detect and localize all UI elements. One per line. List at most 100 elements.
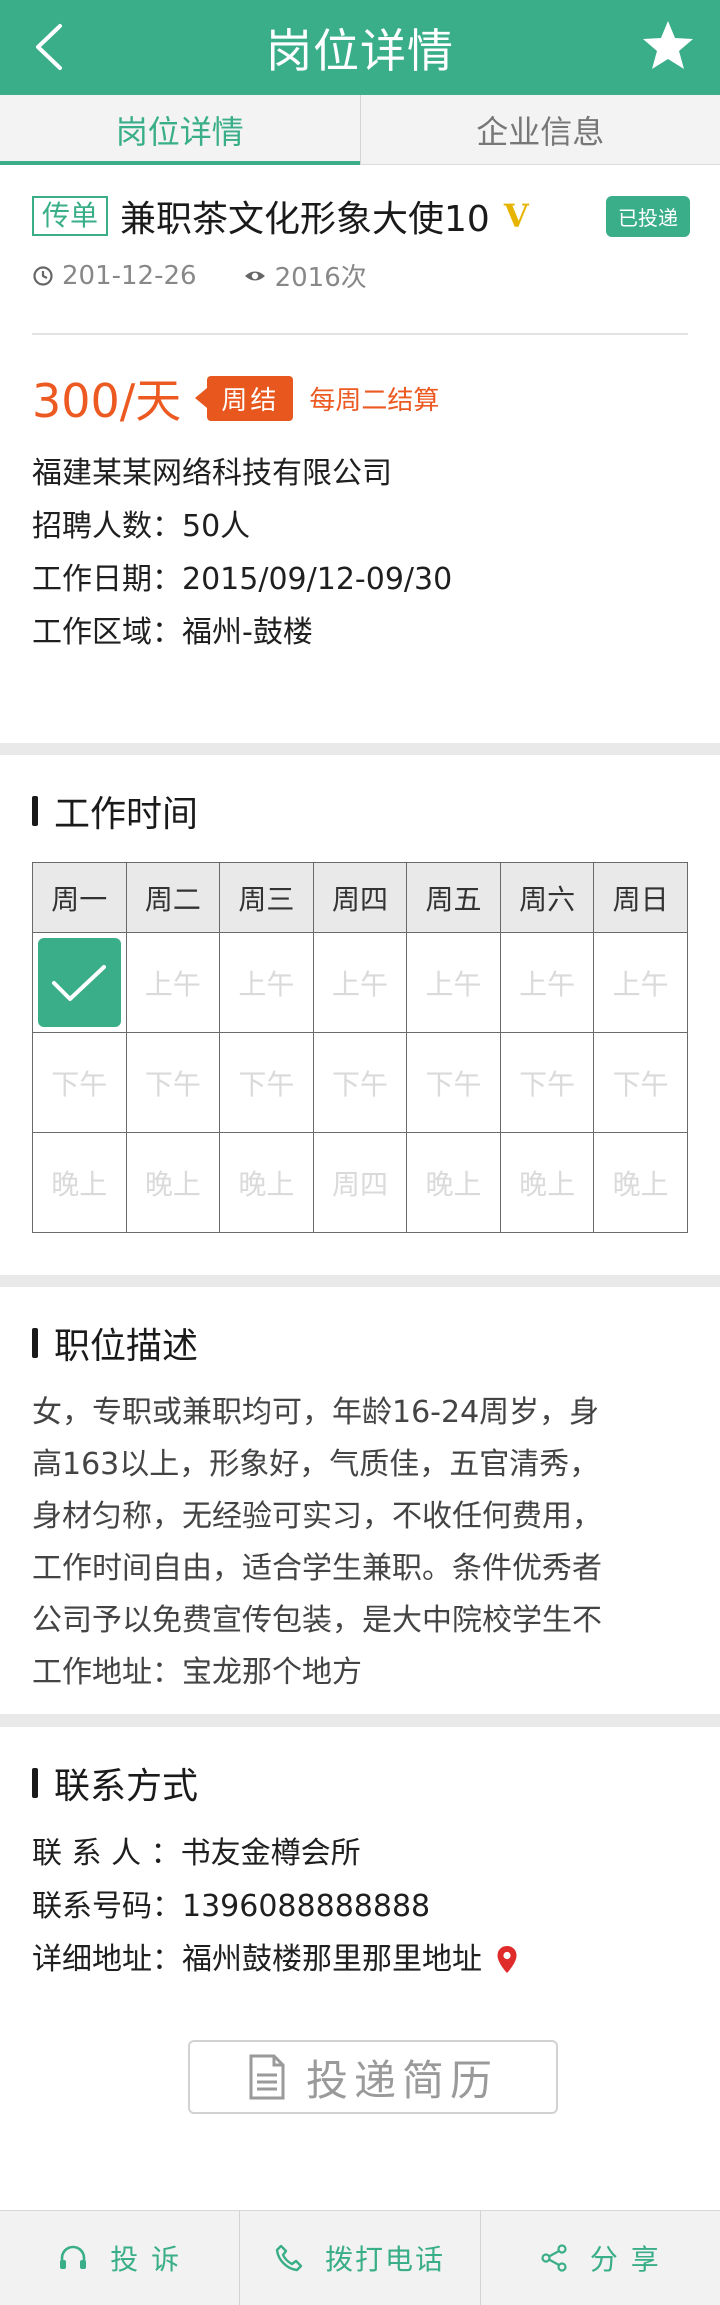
job-title-row: 传单 兼职茶文化形象大使10 V 已投递 [32, 191, 690, 241]
day-header: 周四 [312, 862, 408, 933]
star-icon[interactable] [640, 18, 696, 74]
section-heading: 职位描述 [32, 1317, 198, 1369]
job-info-list: 福建某某网络科技有限公司 招聘人数：50人 工作日期：2015/09/12-09… [32, 447, 452, 659]
eye-icon [244, 271, 265, 280]
settlement-tag: 周结 [195, 375, 294, 421]
schedule-cell[interactable]: 下午 [312, 1032, 408, 1133]
schedule-cell[interactable]: 下午 [219, 1032, 314, 1133]
schedule-cell[interactable]: 下午 [125, 1032, 221, 1133]
job-title: 兼职茶文化形象大使10 [120, 199, 490, 240]
applied-badge: 已投递 [606, 195, 690, 237]
clock-icon [33, 265, 53, 286]
phone-icon [275, 2244, 303, 2272]
schedule-row-afternoon: 下午 下午 下午 下午 下午 下午 下午 [32, 1032, 688, 1133]
description-line: 高163以上，形象好，气质佳，五官清秀， [32, 1447, 600, 1482]
day-header: 周一 [32, 862, 127, 933]
description-line: 工作地址：宝龙那个地方 [32, 1655, 362, 1690]
contact-person: 联 系 人 ：书友金樽会所 [32, 1836, 361, 1871]
schedule-cell[interactable]: 上午 [312, 932, 408, 1033]
schedule-cell[interactable]: 上午 [499, 932, 595, 1033]
section-heading: 工作时间 [32, 785, 198, 837]
heading-bar [32, 796, 38, 826]
divider [32, 333, 688, 335]
day-header: 周六 [499, 862, 595, 933]
schedule-row-evening: 晚上 晚上 晚上 周四 晚上 晚上 晚上 [32, 1132, 688, 1233]
schedule-cell[interactable]: 晚上 [499, 1132, 595, 1233]
description-line: 工作时间自由，适合学生兼职。条件优秀者 [32, 1551, 602, 1586]
contact-info: 联 系 人 ：书友金樽会所 联系号码：1396088888888 详细地址：福州… [32, 1827, 518, 1986]
contact-heading: 联系方式 [54, 1766, 199, 1807]
checkmark-icon [38, 938, 121, 1027]
tab-company-info[interactable]: 企业信息 [359, 95, 720, 164]
share-button[interactable]: 分 享 [479, 2211, 720, 2305]
company-name: 福建某某网络科技有限公司 [32, 456, 392, 491]
call-label: 拨打电话 [324, 2243, 445, 2276]
salary: 300/天 [32, 374, 182, 428]
schedule-cell[interactable]: 上午 [406, 932, 501, 1033]
day-header: 周五 [406, 862, 501, 933]
chevron-left-icon[interactable] [30, 22, 70, 72]
description-heading: 职位描述 [54, 1326, 199, 1367]
schedule-cell[interactable]: 下午 [32, 1032, 127, 1133]
contact-panel: 联系方式 联 系 人 ：书友金樽会所 联系号码：1396088888888 详细… [0, 1727, 720, 2210]
view-count-text: 2016次 [274, 263, 367, 293]
schedule-cell[interactable]: 晚上 [593, 1132, 688, 1233]
page-title: 岗位详情 [266, 23, 454, 78]
schedule-cell[interactable]: 上午 [593, 932, 688, 1033]
call-button[interactable]: 拨打电话 [239, 2211, 479, 2305]
section-heading: 联系方式 [32, 1757, 198, 1809]
day-header: 周二 [125, 862, 221, 933]
schedule-cell[interactable]: 晚上 [406, 1132, 501, 1233]
map-pin-icon[interactable] [496, 1945, 518, 1975]
schedule-cell[interactable]: 上午 [125, 932, 221, 1033]
contact-phone[interactable]: 联系号码：1396088888888 [32, 1880, 518, 1933]
post-date: 201-12-26 [32, 261, 197, 291]
description-line: 身材匀称，无经验可实习，不收任何费用， [32, 1499, 602, 1534]
schedule-cell[interactable]: 晚上 [32, 1132, 127, 1233]
apply-resume-button[interactable]: 投递简历 [188, 2040, 558, 2114]
heading-bar [32, 1768, 38, 1798]
contact-address-row: 详细地址：福州鼓楼那里那里地址 [32, 1933, 518, 1986]
tab-bar: 岗位详情 企业信息 [0, 95, 720, 165]
work-dates: 工作日期：2015/09/12-09/30 [32, 562, 453, 597]
document-icon [249, 2054, 285, 2100]
schedule-header-row: 周一 周二 周三 周四 周五 周六 周日 [32, 862, 688, 933]
view-count: 2016次 [243, 257, 367, 294]
description-line: 公司予以免费宣传包装，是大中院校学生不 [32, 1603, 602, 1638]
heading-bar [32, 1328, 38, 1358]
bottom-action-bar: 投 诉 拨打电话 分 享 [0, 2210, 720, 2305]
work-time-panel: 工作时间 周一 周二 周三 周四 周五 周六 周日 上午 上午 上午 上午 上午 [0, 755, 720, 1275]
headcount: 招聘人数：50人 [32, 509, 251, 544]
contact-address: 详细地址：福州鼓楼那里那里地址 [32, 1942, 482, 1977]
app-header: 岗位详情 [0, 0, 720, 95]
schedule-cell[interactable]: 晚上 [219, 1132, 314, 1233]
apply-resume-label: 投递简历 [305, 2055, 498, 2105]
tab-job-details[interactable]: 岗位详情 [0, 95, 360, 165]
schedule-cell[interactable]: 晚上 [125, 1132, 221, 1233]
job-meta: 201-12-26 2016次 [32, 257, 367, 294]
post-date-text: 201-12-26 [62, 260, 197, 291]
schedule-cell[interactable]: 周四 [312, 1132, 408, 1233]
verified-icon: V [503, 197, 529, 235]
schedule-cell[interactable]: 上午 [219, 932, 314, 1033]
description-line: 女，专职或兼职均可，年龄16-24周岁，身 [32, 1395, 600, 1430]
report-button[interactable]: 投 诉 [0, 2211, 239, 2305]
schedule-cell[interactable]: 下午 [593, 1032, 688, 1133]
job-summary-panel: 传单 兼职茶文化形象大使10 V 已投递 201-12-26 2016次 300… [0, 165, 720, 743]
description-panel: 职位描述 女，专职或兼职均可，年龄16-24周岁，身 高163以上，形象好，气质… [0, 1287, 720, 1714]
report-label: 投 诉 [110, 2243, 182, 2276]
work-time-heading: 工作时间 [54, 794, 199, 835]
headset-icon [60, 2245, 87, 2269]
job-type-tag: 传单 [32, 196, 109, 236]
share-label: 分 享 [589, 2243, 661, 2276]
day-header: 周日 [593, 862, 688, 933]
schedule-cell[interactable]: 下午 [499, 1032, 595, 1133]
share-icon [541, 2244, 567, 2272]
salary-row: 300/天 周结 每周二结算 [32, 365, 439, 431]
day-header: 周三 [219, 862, 314, 933]
schedule-grid: 周一 周二 周三 周四 周五 周六 周日 上午 上午 上午 上午 上午 上午 下… [32, 862, 688, 1233]
description-text: 女，专职或兼职均可，年龄16-24周岁，身 高163以上，形象好，气质佳，五官清… [32, 1387, 672, 1699]
schedule-cell-selected[interactable] [32, 932, 127, 1033]
work-area: 工作区域：福州-鼓楼 [32, 615, 313, 650]
schedule-cell[interactable]: 下午 [406, 1032, 501, 1133]
